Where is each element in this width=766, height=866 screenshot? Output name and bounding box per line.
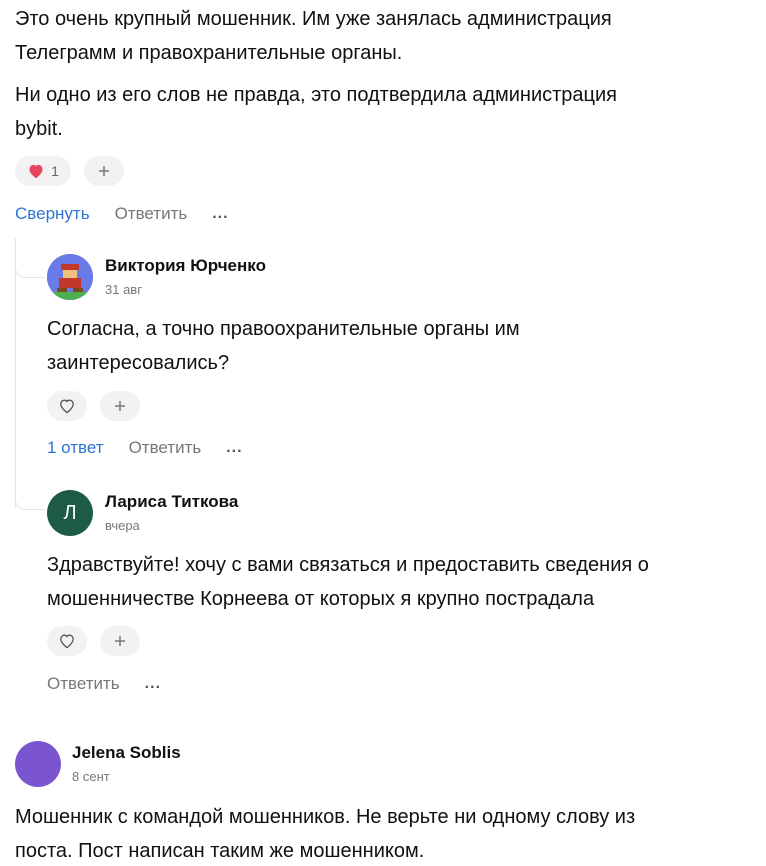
like-button[interactable] — [47, 626, 87, 656]
reply-link[interactable]: Ответить — [129, 438, 202, 458]
reply-link[interactable]: Ответить — [47, 674, 120, 694]
add-reaction-button[interactable] — [84, 156, 124, 186]
plus-icon — [98, 165, 110, 177]
comment-text: Мошенник с командой мошенников. Не верьт… — [15, 806, 636, 862]
reply-2-actions: Ответить ... — [47, 674, 161, 694]
more-options-button[interactable]: ... — [226, 439, 242, 457]
avatar[interactable] — [15, 741, 61, 787]
avatar[interactable]: Л — [47, 490, 93, 536]
plus-icon — [114, 400, 126, 412]
heart-outline-icon — [58, 633, 76, 649]
comment-date: 8 сент — [72, 769, 110, 784]
comment-top-actions: Свернуть Ответить ... — [15, 204, 229, 224]
show-replies-link[interactable]: 1 ответ — [47, 438, 104, 458]
comment-date: вчера — [105, 518, 140, 533]
heart-outline-icon — [58, 398, 76, 414]
comment-text-paragraph-2: Ни одно из его слов не правда, это подтв… — [15, 84, 618, 140]
add-reaction-button[interactable] — [100, 391, 140, 421]
add-reaction-button[interactable] — [100, 626, 140, 656]
reply-1-actions: 1 ответ Ответить ... — [47, 438, 243, 458]
comment-text: Согласна, а точно правоохранительные орг… — [47, 318, 520, 374]
thread-branch — [15, 470, 45, 510]
comment-date: 31 авг — [105, 282, 142, 297]
more-options-button[interactable]: ... — [145, 675, 161, 693]
plus-icon — [114, 635, 126, 647]
collapse-link[interactable]: Свернуть — [15, 204, 90, 224]
like-button[interactable] — [47, 391, 87, 421]
more-options-button[interactable]: ... — [212, 205, 228, 223]
reply-link[interactable]: Ответить — [115, 204, 188, 224]
like-count: 1 — [51, 163, 59, 179]
thread-branch — [15, 238, 45, 278]
heart-filled-icon — [27, 163, 45, 179]
like-button[interactable]: 1 — [15, 156, 71, 186]
comment-text-paragraph-1: Это очень крупный мошенник. Им уже занял… — [15, 8, 612, 64]
comment-text: Здравствуйте! хочу с вами связаться и пр… — [47, 554, 649, 610]
author-name[interactable]: Лариса Титкова — [105, 492, 238, 512]
author-name[interactable]: Jelena Soblis — [72, 743, 181, 763]
thread-line — [15, 238, 16, 508]
avatar[interactable] — [47, 254, 93, 300]
avatar-letter: Л — [63, 501, 77, 524]
author-name[interactable]: Виктория Юрченко — [105, 256, 266, 276]
